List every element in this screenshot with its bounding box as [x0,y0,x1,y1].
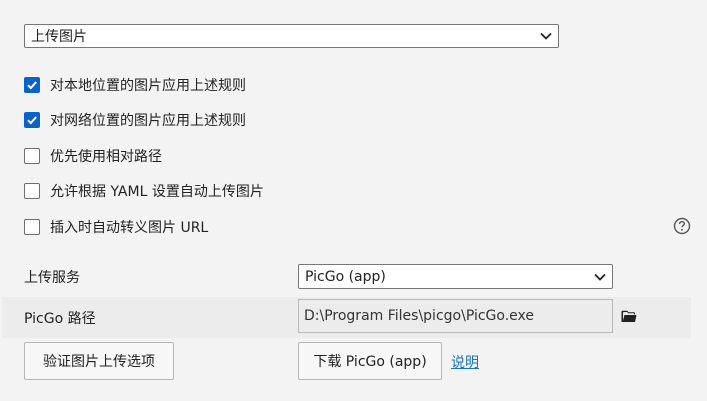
picgo-path-value: D:\Program Files\picgo\PicGo.exe [304,308,534,324]
picgo-path-field[interactable]: D:\Program Files\picgo\PicGo.exe [298,299,613,333]
question-circle-icon[interactable] [673,217,691,235]
checkbox-yaml-auto-upload[interactable] [24,183,40,199]
checkbox-label-yaml-auto-upload: 允许根据 YAML 设置自动上传图片 [50,184,264,200]
picgo-path-label: PicGo 路径 [24,311,96,327]
checkbox-relative-path[interactable] [24,148,40,164]
folder-icon[interactable] [621,310,637,323]
checkbox-row-local-images[interactable]: 对本地位置的图片应用上述规则 [24,75,246,95]
chevron-down-icon [594,273,606,281]
checkbox-row-yaml-auto-upload[interactable]: 允许根据 YAML 设置自动上传图片 [24,181,264,201]
checkbox-network-images[interactable] [24,112,40,128]
checkbox-label-relative-path: 优先使用相对路径 [50,149,162,165]
checkbox-label-escape-url: 插入时自动转义图片 URL [50,220,209,236]
checkbox-escape-url[interactable] [24,219,40,235]
checkbox-label-local-images: 对本地位置的图片应用上述规则 [50,78,246,94]
checkbox-local-images[interactable] [24,77,40,93]
upload-service-label: 上传服务 [24,270,80,286]
checkbox-row-network-images[interactable]: 对网络位置的图片应用上述规则 [24,110,246,130]
upload-service-select[interactable]: PicGo (app) [298,264,613,289]
upload-action-value: 上传图片 [31,29,87,45]
upload-action-select[interactable]: 上传图片 [24,24,559,48]
checkbox-row-relative-path[interactable]: 优先使用相对路径 [24,146,162,166]
chevron-down-icon [540,32,552,40]
download-picgo-button[interactable]: 下载 PicGo (app) [298,342,442,380]
upload-service-value: PicGo (app) [305,268,386,285]
checkbox-label-network-images: 对网络位置的图片应用上述规则 [50,113,246,129]
checkbox-row-escape-url[interactable]: 插入时自动转义图片 URL [24,217,208,237]
help-link[interactable]: 说明 [451,352,479,372]
verify-upload-button[interactable]: 验证图片上传选项 [24,342,174,380]
